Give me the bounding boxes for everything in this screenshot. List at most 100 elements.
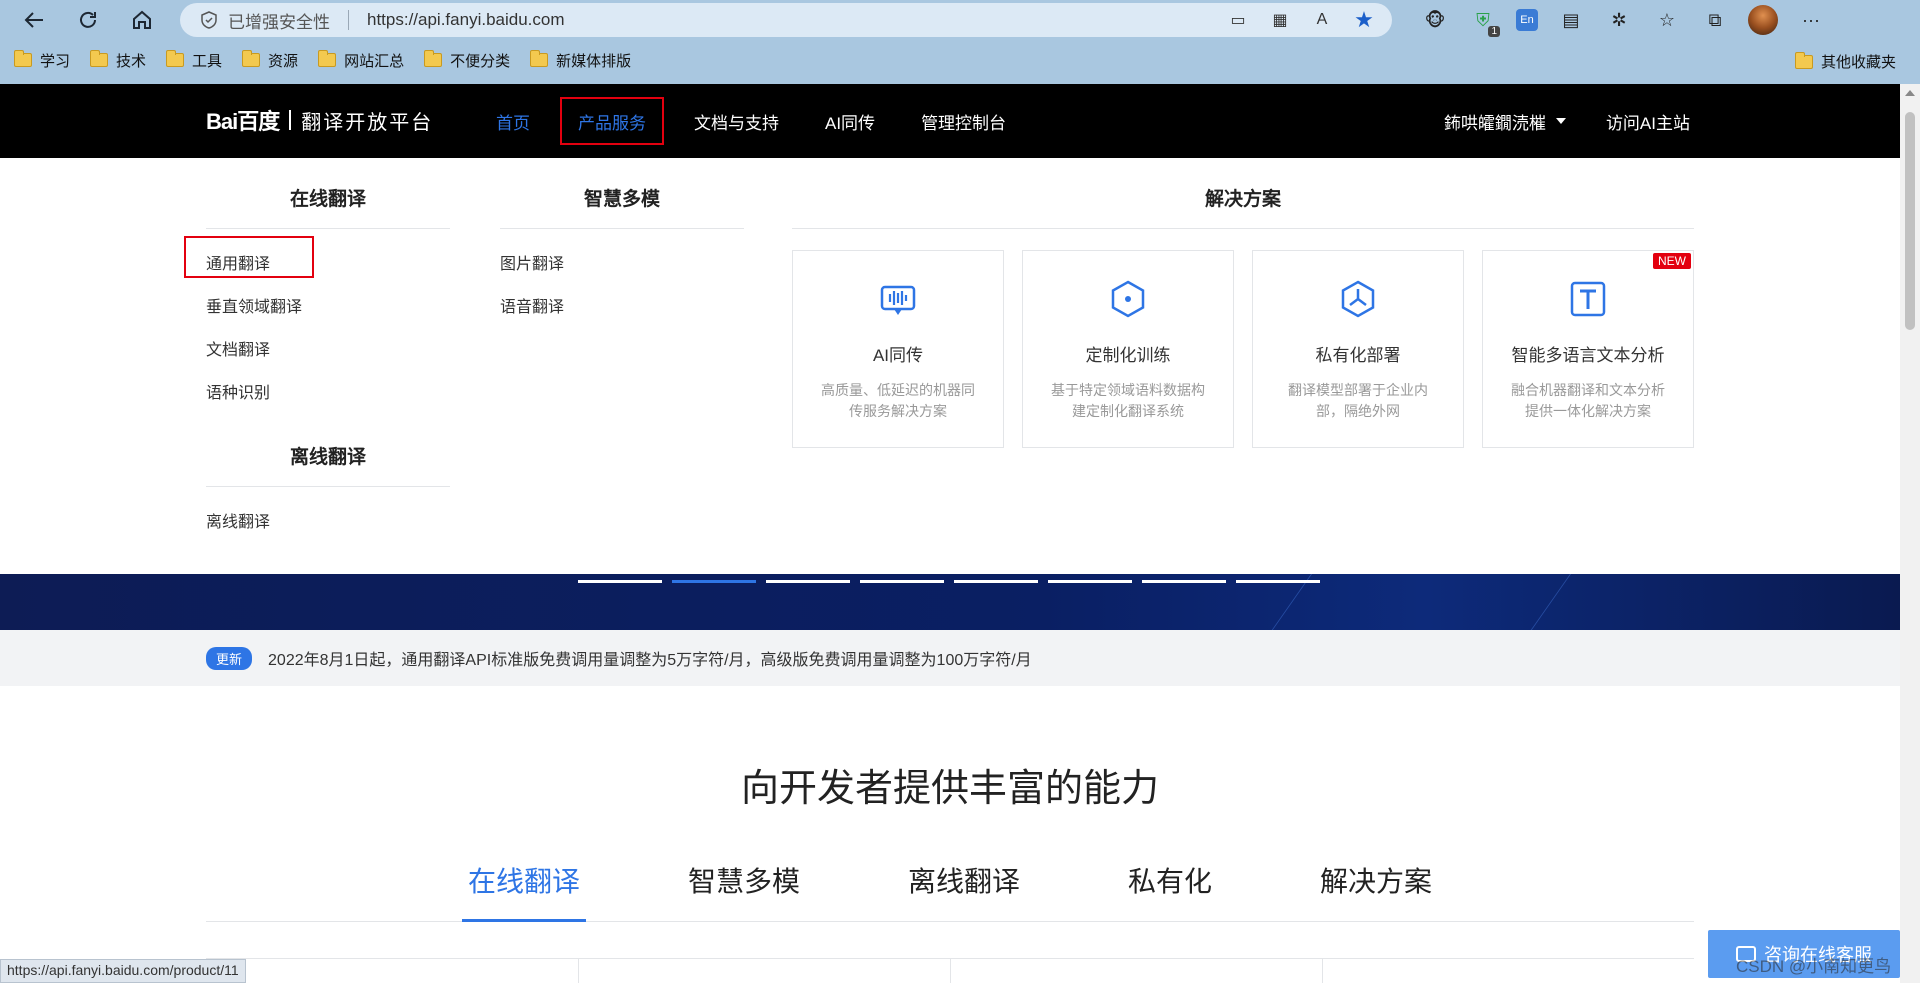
text-analysis-icon bbox=[1566, 277, 1610, 321]
baidu-logo[interactable]: Bai百度 翻译开放平台 bbox=[206, 104, 433, 136]
site-header: Bai百度 翻译开放平台 首页 产品服务 文档与支持 AI同传 管理控制台 鈽哄… bbox=[0, 84, 1900, 158]
nav-home[interactable]: 首页 bbox=[480, 97, 546, 145]
carousel-dot[interactable] bbox=[1236, 580, 1320, 583]
extensions-puzzle-icon[interactable]: ✲ bbox=[1604, 5, 1634, 35]
profile-avatar[interactable] bbox=[1748, 5, 1778, 35]
bookmark-folder[interactable]: 资源 bbox=[242, 50, 298, 71]
menu-image-translation[interactable]: 图片翻译 bbox=[500, 250, 564, 274]
update-notice: 更新 2022年8月1日起，通用翻译API标准版免费调用量调整为5万字符/月，高… bbox=[0, 630, 1900, 686]
carousel-dot-active[interactable] bbox=[672, 580, 756, 583]
bookmark-folder[interactable]: 新媒体排版 bbox=[530, 50, 631, 71]
notice-text[interactable]: 2022年8月1日起，通用翻译API标准版免费调用量调整为5万字符/月，高级版免… bbox=[268, 646, 1032, 670]
solution-card-private-deploy[interactable]: 私有化部署 翻译模型部署于企业内部，隔绝外网 bbox=[1252, 250, 1464, 448]
ai-interpretation-icon bbox=[876, 277, 920, 321]
bookmark-label: 网站汇总 bbox=[344, 52, 405, 70]
card-title: 定制化训练 bbox=[1085, 346, 1171, 365]
app-available-icon[interactable]: ▭ bbox=[1228, 10, 1248, 30]
solution-card-ai-interpretation[interactable]: AI同传 高质量、低延迟的机器同传服务解决方案 bbox=[792, 250, 1004, 448]
carousel-dot[interactable] bbox=[954, 580, 1038, 583]
card-description: 高质量、低延迟的机器同传服务解决方案 bbox=[821, 382, 975, 419]
carousel-dot[interactable] bbox=[1048, 580, 1132, 583]
menu-language-detection[interactable]: 语种识别 bbox=[206, 379, 270, 403]
carousel-indicators bbox=[578, 580, 1320, 583]
menu-vertical-translation[interactable]: 垂直领域翻译 bbox=[206, 293, 302, 317]
scroll-up-icon[interactable] bbox=[1905, 90, 1915, 96]
read-aloud-icon[interactable]: A bbox=[1312, 10, 1332, 30]
solution-card-text-analysis[interactable]: NEW 智能多语言文本分析 融合机器翻译和文本分析提供一体化解决方案 bbox=[1482, 250, 1694, 448]
folder-icon bbox=[318, 50, 337, 67]
private-deploy-icon bbox=[1336, 277, 1380, 321]
divider bbox=[578, 959, 579, 983]
back-icon[interactable] bbox=[18, 4, 50, 36]
refresh-icon[interactable] bbox=[72, 4, 104, 36]
nav-products[interactable]: 产品服务 bbox=[560, 97, 664, 145]
menu-general-translation[interactable]: 通用翻译 bbox=[206, 250, 270, 274]
status-bar-url: https://api.fanyi.baidu.com/product/11 bbox=[0, 959, 246, 983]
more-menu-icon[interactable]: ··· bbox=[1796, 5, 1826, 35]
tab-offline-translation[interactable]: 离线翻译 bbox=[902, 846, 1026, 921]
multimodal-title: 智慧多模 bbox=[583, 189, 660, 210]
scroll-thumb[interactable] bbox=[1905, 112, 1915, 330]
menu-offline-translation[interactable]: 离线翻译 bbox=[206, 508, 270, 532]
favorites-list-icon[interactable]: ☆ bbox=[1652, 5, 1682, 35]
folder-icon bbox=[90, 50, 109, 67]
card-title: 智能多语言文本分析 bbox=[1511, 346, 1665, 365]
solution-card-custom-training[interactable]: 定制化训练 基于特定领域语料数据构建定制化翻译系统 bbox=[1022, 250, 1234, 448]
home-icon[interactable] bbox=[126, 4, 158, 36]
carousel-dot[interactable] bbox=[1142, 580, 1226, 583]
user-menu[interactable]: 鈽哄皬鐗涜槯 bbox=[1444, 109, 1566, 134]
card-title: 私有化部署 bbox=[1315, 346, 1401, 365]
menu-voice-translation[interactable]: 语音翻译 bbox=[500, 293, 564, 317]
bookmark-folder[interactable]: 网站汇总 bbox=[318, 50, 404, 71]
bookmark-label: 资源 bbox=[268, 52, 299, 70]
nav-console[interactable]: 管理控制台 bbox=[905, 97, 1022, 145]
bookmark-label: 其他收藏夹 bbox=[1820, 54, 1896, 71]
bookmark-label: 工具 bbox=[192, 52, 223, 70]
favorite-star-icon[interactable]: ★ bbox=[1354, 7, 1374, 32]
security-label: 已增强安全性 bbox=[228, 12, 330, 32]
bookmark-folder[interactable]: 不便分类 bbox=[424, 50, 510, 71]
folder-icon bbox=[14, 50, 32, 67]
tab-multimodal[interactable]: 智慧多模 bbox=[682, 846, 806, 921]
folder-icon bbox=[1794, 51, 1813, 69]
browser-toolbar: 已增强安全性 https://api.fanyi.baidu.com ▭ ▦ A… bbox=[0, 0, 1920, 84]
bookmarks-bar: 学习 技术 工具 资源 网站汇总 不便分类 新媒体排版 其他收藏夹 bbox=[0, 44, 1920, 76]
section-title: 向开发者提供丰富的能力 bbox=[740, 768, 1159, 810]
other-bookmarks[interactable]: 其他收藏夹 bbox=[1794, 51, 1896, 72]
translate-extension-icon[interactable]: En bbox=[1516, 9, 1538, 31]
bookmark-label: 技术 bbox=[116, 52, 147, 70]
carousel-dot[interactable] bbox=[578, 580, 662, 583]
shield-extension-icon[interactable]: ⛨ 1 bbox=[1468, 5, 1500, 37]
visit-ai-link[interactable]: 访问AI主站 bbox=[1606, 109, 1690, 134]
card-description: 翻译模型部署于企业内部，隔绝外网 bbox=[1288, 382, 1428, 419]
nav-ai-interpretation[interactable]: AI同传 bbox=[809, 97, 891, 145]
collections-icon[interactable]: ⧉ bbox=[1700, 5, 1730, 35]
logo-divider bbox=[289, 110, 292, 130]
divider bbox=[206, 486, 450, 487]
tab-online-translation[interactable]: 在线翻译 bbox=[461, 846, 586, 922]
address-divider bbox=[348, 10, 349, 30]
bookmark-folder[interactable]: 技术 bbox=[90, 50, 146, 71]
folder-icon bbox=[166, 50, 185, 67]
address-bar[interactable]: 已增强安全性 https://api.fanyi.baidu.com ▭ ▦ A… bbox=[180, 3, 1392, 37]
tab-private[interactable]: 私有化 bbox=[1122, 846, 1218, 921]
card-description: 基于特定领域语料数据构建定制化翻译系统 bbox=[1051, 382, 1205, 419]
grid-icon[interactable]: ▦ bbox=[1270, 10, 1290, 30]
reader-extension-icon[interactable]: ▤ bbox=[1556, 5, 1586, 35]
monkey-extension-icon[interactable]: 🐵 bbox=[1420, 5, 1450, 35]
divider bbox=[792, 228, 1694, 229]
scrollbar[interactable] bbox=[1900, 84, 1920, 983]
bookmark-folder[interactable]: 学习 bbox=[14, 50, 70, 71]
menu-document-translation[interactable]: 文档翻译 bbox=[206, 336, 270, 360]
carousel-dot[interactable] bbox=[766, 580, 850, 583]
bookmark-label: 学习 bbox=[40, 52, 71, 70]
extension-badge: 1 bbox=[1488, 26, 1500, 37]
carousel-dot[interactable] bbox=[860, 580, 944, 583]
bookmark-folder[interactable]: 工具 bbox=[166, 50, 222, 71]
nav-docs[interactable]: 文档与支持 bbox=[678, 97, 795, 145]
tab-solutions[interactable]: 解决方案 bbox=[1314, 846, 1438, 921]
divider bbox=[950, 959, 951, 983]
new-badge: NEW bbox=[1653, 253, 1691, 269]
url-text[interactable]: https://api.fanyi.baidu.com bbox=[367, 10, 565, 30]
products-dropdown: 在线翻译 通用翻译 垂直领域翻译 文档翻译 语种识别 离线翻译 离线翻译 智慧多… bbox=[0, 158, 1900, 574]
